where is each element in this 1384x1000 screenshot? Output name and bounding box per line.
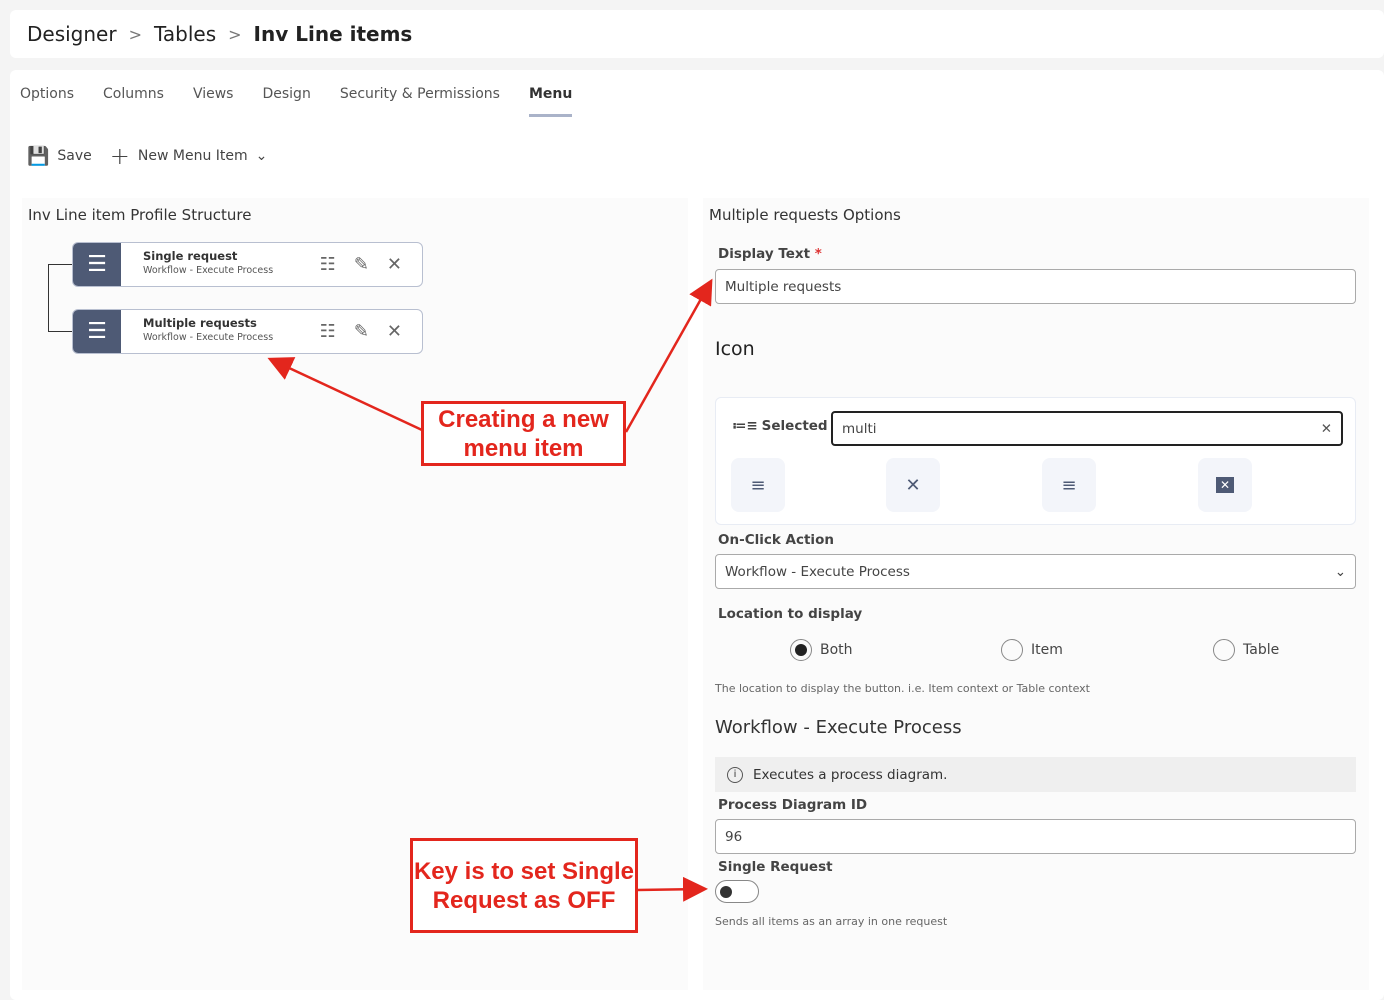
annotation-new-item: Creating a new menu item	[421, 401, 626, 466]
arrow-to-display-text	[624, 278, 713, 433]
annotation-arrows	[267, 278, 713, 902]
annotation-single-request: Key is to set Single Request as OFF	[410, 838, 638, 933]
arrow-to-toggle	[636, 876, 708, 902]
arrow-to-item	[267, 357, 423, 432]
